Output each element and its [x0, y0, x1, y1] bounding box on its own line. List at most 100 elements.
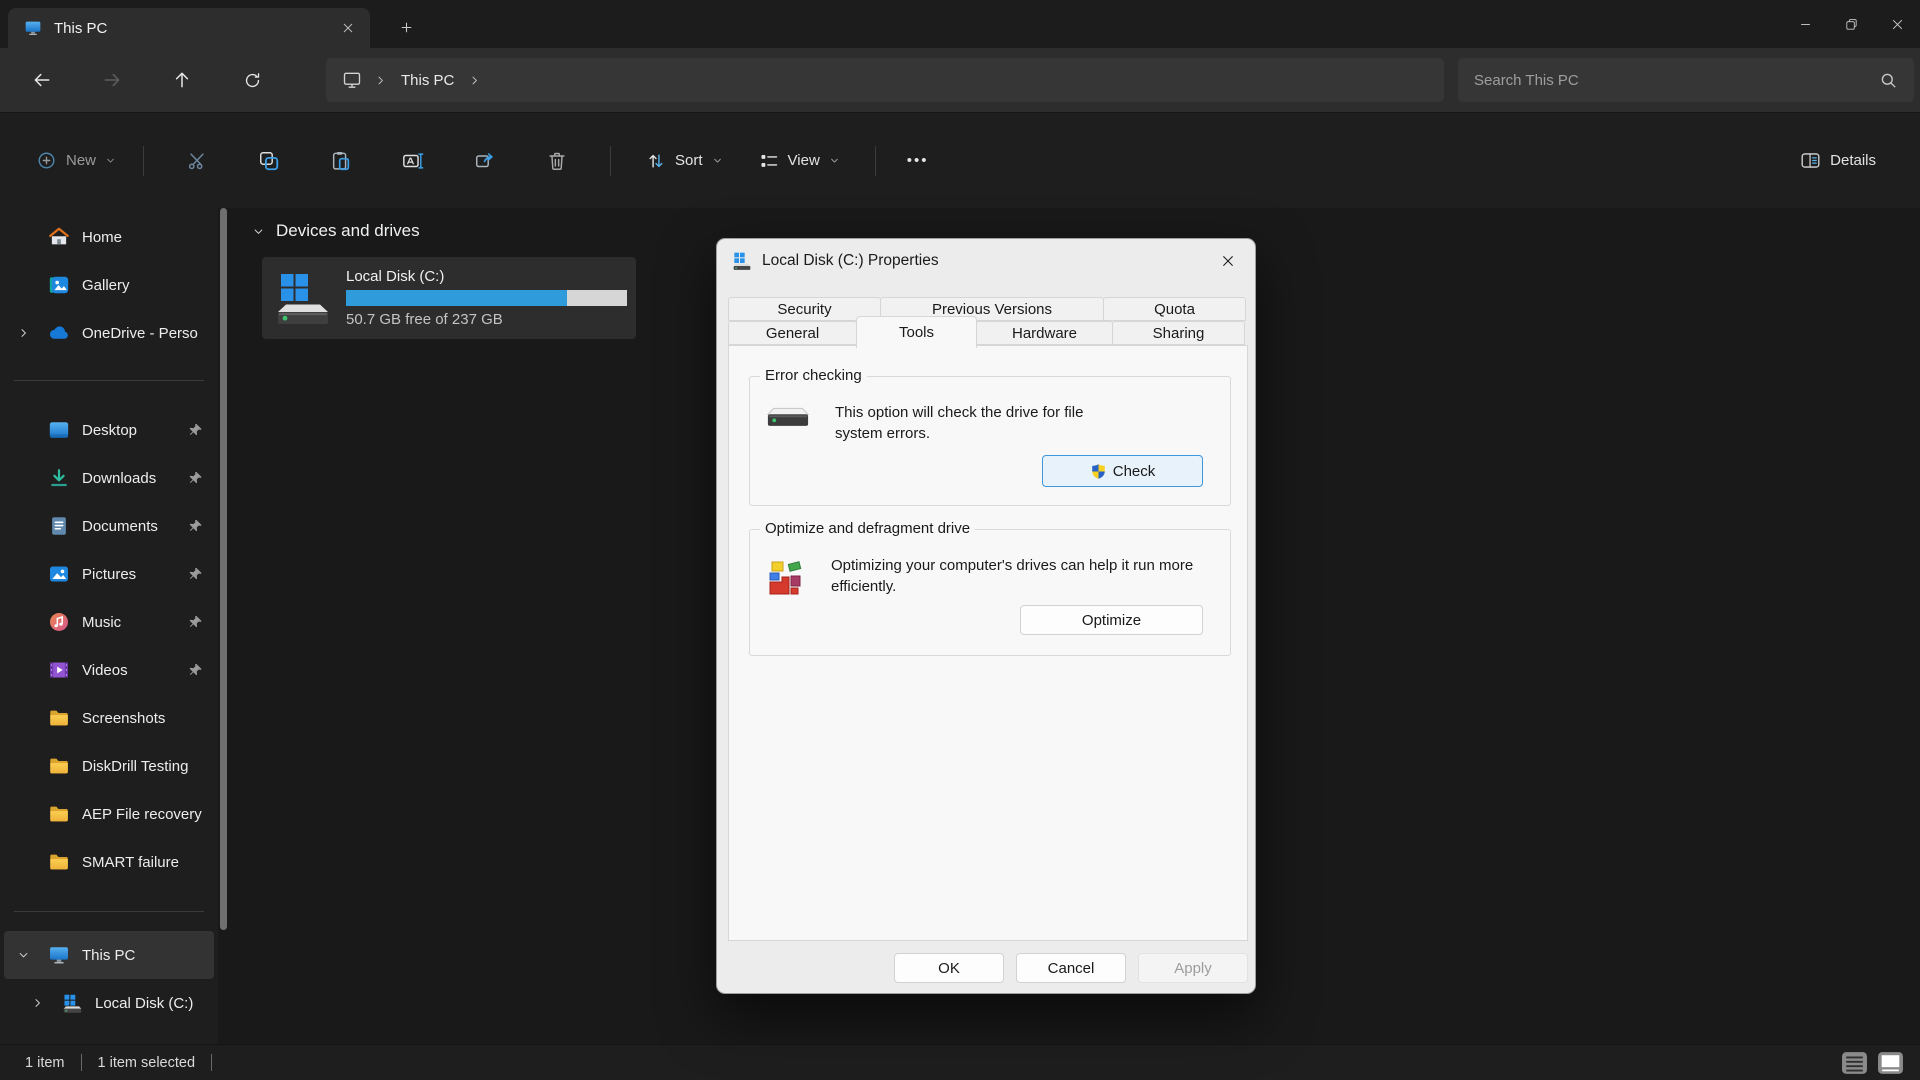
- copy-icon: [258, 150, 280, 172]
- close-button[interactable]: [1874, 0, 1920, 48]
- sidebar-item-desktop[interactable]: Desktop: [4, 406, 214, 454]
- sidebar-item-local-disk-c[interactable]: Local Disk (C:): [4, 979, 214, 1027]
- tab-title: This PC: [54, 19, 108, 37]
- paste-button[interactable]: [319, 141, 363, 181]
- up-button[interactable]: [160, 60, 204, 100]
- rename-icon: [402, 150, 424, 172]
- new-button[interactable]: New: [26, 142, 126, 179]
- large-thumbnails-view-icon[interactable]: [1876, 1050, 1904, 1076]
- pin-icon: [188, 471, 203, 486]
- sidebar-item-this-pc[interactable]: This PC: [4, 931, 214, 979]
- new-tab-button[interactable]: [390, 13, 422, 41]
- sidebar-item-gallery[interactable]: Gallery: [4, 261, 214, 309]
- drive-usage-fill: [346, 290, 567, 306]
- sidebar-item-screenshots[interactable]: Screenshots: [4, 694, 214, 742]
- tab-close-icon[interactable]: [334, 15, 362, 41]
- tab-general[interactable]: General: [728, 321, 857, 345]
- status-bar: 1 item 1 item selected: [0, 1044, 1920, 1080]
- section-collapse-chevron-icon[interactable]: [252, 225, 265, 238]
- expand-chevron-icon[interactable]: [17, 327, 30, 340]
- file-explorer-window: This PC This PC Search This PC New Sort …: [0, 0, 1920, 1080]
- sidebar-item-videos[interactable]: Videos: [4, 646, 214, 694]
- error-checking-legend: Error checking: [760, 367, 867, 384]
- new-button-label: New: [66, 152, 97, 169]
- error-checking-group: Error checking This option will check th…: [749, 367, 1231, 506]
- details-view-icon[interactable]: [1840, 1050, 1868, 1076]
- sidebar-item-downloads[interactable]: Downloads: [4, 454, 214, 502]
- breadcrumb[interactable]: This PC: [326, 58, 1444, 102]
- optimize-button[interactable]: Optimize: [1020, 605, 1203, 635]
- minimize-button[interactable]: [1782, 0, 1828, 48]
- dialog-close-icon[interactable]: [1211, 245, 1245, 277]
- plus-circle-icon: [36, 150, 57, 171]
- uac-shield-icon: [1090, 463, 1107, 480]
- folder-icon: [48, 755, 70, 777]
- cut-button[interactable]: [175, 141, 219, 181]
- apply-button[interactable]: Apply: [1138, 953, 1248, 983]
- optimize-button-label: Optimize: [1081, 611, 1142, 629]
- sort-button[interactable]: Sort: [634, 143, 735, 179]
- refresh-button[interactable]: [230, 60, 274, 100]
- delete-button[interactable]: [535, 141, 579, 181]
- tab-sharing[interactable]: Sharing: [1112, 321, 1245, 345]
- rename-button[interactable]: [391, 141, 435, 181]
- status-divider: [80, 1054, 82, 1071]
- devices-and-drives-header[interactable]: Devices and drives: [252, 221, 420, 241]
- clipboard-icon: [330, 150, 352, 172]
- view-button[interactable]: View: [747, 143, 852, 179]
- copy-button[interactable]: [247, 141, 291, 181]
- collapse-chevron-icon[interactable]: [17, 949, 30, 962]
- sidebar-item-onedrive[interactable]: OneDrive - Perso: [4, 309, 214, 357]
- sidebar-divider: [14, 380, 204, 381]
- tab-tools[interactable]: Tools: [856, 316, 977, 348]
- breadcrumb-item-this-pc[interactable]: This PC: [399, 72, 456, 89]
- system-drive-icon: [274, 269, 332, 327]
- forward-button[interactable]: [90, 60, 134, 100]
- details-pane-button[interactable]: Details: [1788, 142, 1888, 179]
- more-options-button[interactable]: •••: [893, 144, 943, 177]
- search-input[interactable]: Search This PC: [1458, 58, 1914, 102]
- sidebar-item-aep-file-recovery[interactable]: AEP File recovery: [4, 790, 214, 838]
- folder-icon: [48, 851, 70, 873]
- breadcrumb-chevron-icon[interactable]: [374, 74, 387, 87]
- documents-icon: [48, 515, 70, 537]
- breadcrumb-chevron-icon[interactable]: [468, 74, 481, 87]
- dialog-title-bar[interactable]: Local Disk (C:) Properties: [717, 239, 1255, 283]
- explorer-tab[interactable]: This PC: [8, 8, 370, 48]
- share-icon: [474, 150, 496, 172]
- restore-button[interactable]: [1828, 0, 1874, 48]
- pin-icon: [188, 663, 203, 678]
- back-button[interactable]: [20, 60, 64, 100]
- this-pc-icon: [24, 19, 42, 37]
- chevron-down-icon: [105, 155, 116, 166]
- expand-chevron-icon[interactable]: [31, 997, 44, 1010]
- tab-hardware[interactable]: Hardware: [976, 321, 1113, 345]
- ok-button[interactable]: OK: [894, 953, 1004, 983]
- drive-icon: [732, 251, 752, 271]
- gallery-icon: [48, 274, 70, 296]
- drive-usage-bar: [346, 290, 627, 306]
- defragment-icon: [766, 559, 806, 604]
- sidebar-item-smart-failure[interactable]: SMART failure: [4, 838, 214, 886]
- check-button[interactable]: Check: [1042, 455, 1203, 487]
- sidebar-item-diskdrill-testing[interactable]: DiskDrill Testing: [4, 742, 214, 790]
- folder-icon: [48, 803, 70, 825]
- view-icon: [759, 151, 779, 171]
- sort-icon: [646, 151, 666, 171]
- sidebar-item-music[interactable]: Music: [4, 598, 214, 646]
- share-button[interactable]: [463, 141, 507, 181]
- cancel-button[interactable]: Cancel: [1016, 953, 1126, 983]
- chevron-down-icon: [712, 155, 723, 166]
- videos-icon: [48, 659, 70, 681]
- sidebar-item-pictures[interactable]: Pictures: [4, 550, 214, 598]
- sidebar-divider: [14, 911, 204, 912]
- sidebar-scrollbar[interactable]: [218, 208, 229, 1044]
- tab-quota[interactable]: Quota: [1103, 297, 1246, 321]
- sidebar-item-documents[interactable]: Documents: [4, 502, 214, 550]
- pictures-icon: [48, 563, 70, 585]
- local-disk-c-tile[interactable]: Local Disk (C:) 50.7 GB free of 237 GB: [262, 257, 636, 339]
- scrollbar-thumb[interactable]: [220, 208, 227, 930]
- item-count: 1 item: [25, 1054, 65, 1071]
- sidebar-item-home[interactable]: Home: [4, 213, 214, 261]
- search-icon[interactable]: [1879, 71, 1898, 90]
